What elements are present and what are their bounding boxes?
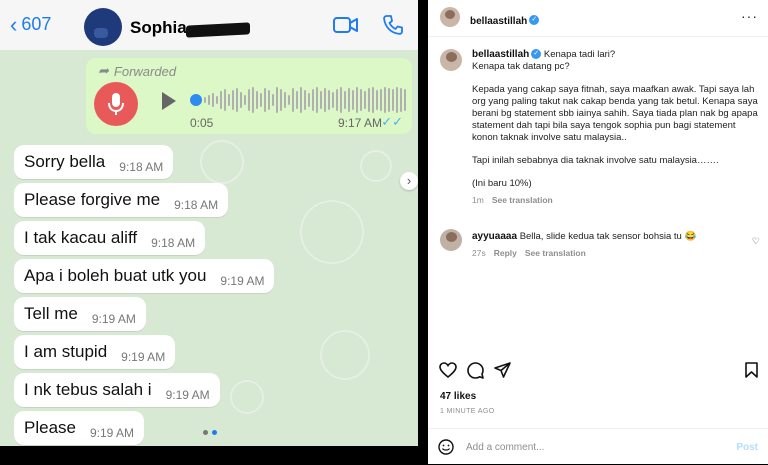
carousel-dot (203, 430, 208, 435)
verified-badge-icon: ✓ (531, 49, 542, 60)
caption-line: Kenapa tak datang pc? (472, 61, 570, 72)
like-comment-icon[interactable]: ♡ (752, 236, 760, 247)
post-button[interactable]: Post (736, 442, 758, 453)
caption-username[interactable]: bellaastillah (472, 49, 529, 60)
header-username-wrap[interactable]: bellaastillah ✓ (470, 11, 540, 29)
comment-time: 27s (472, 248, 486, 258)
playback-scrubber[interactable] (190, 94, 202, 106)
wallpaper-doodle (320, 330, 370, 380)
message-bubble[interactable]: Tell me 9:19 AM (14, 297, 146, 331)
emoji-icon[interactable] (438, 439, 454, 455)
voice-time: 9:17 AM (337, 116, 382, 130)
play-button[interactable] (162, 92, 176, 110)
message-time: 9:19 AM (89, 426, 135, 440)
contact-name[interactable]: Sophia (130, 18, 187, 38)
message-text: Tell me (24, 304, 78, 323)
redaction-bar (186, 22, 250, 38)
verified-badge-icon: ✓ (529, 14, 540, 25)
chat-header: ‹ 607 Sophia (0, 0, 418, 50)
message-bubble[interactable]: Apa i boleh buat utk you 9:19 AM (14, 259, 275, 293)
message-time: 9:19 AM (165, 388, 210, 402)
mic-avatar (94, 82, 138, 126)
caption-paragraph: (Ini baru 10%) (472, 178, 532, 189)
avatar[interactable] (84, 8, 122, 46)
avatar[interactable] (440, 229, 462, 251)
message-time: 9:18 AM (119, 160, 164, 174)
voice-duration: 0:05 (190, 116, 214, 130)
see-translation-link[interactable]: See translation (492, 195, 553, 205)
message-time: 9:18 AM (151, 236, 196, 250)
caption-paragraph: Kepada yang cakap saya fitnah, saya maaf… (472, 84, 758, 143)
comment: ayyuaaaa Bella, slide kedua tak sensor b… (472, 231, 696, 258)
wallpaper-doodle (360, 150, 392, 182)
comment-text: Bella, slide kedua tak sensor bohsia tu … (519, 231, 697, 242)
back-count: 607 (21, 14, 52, 34)
more-options-icon[interactable]: ··· (741, 8, 758, 24)
message-text: I nk tebus salah i (24, 380, 152, 399)
chat-area[interactable]: ➦ Forwarded 0:05 9:17 AM ✓✓ Sorry bella … (0, 50, 418, 446)
post-caption: bellaastillah ✓ Kenapa tadi lari? Kenapa … (472, 49, 758, 206)
wallpaper-doodle (230, 380, 264, 414)
caption-meta: 1m See translation (472, 194, 758, 206)
message-text: I tak kacau aliff (24, 228, 138, 247)
message-time: 9:19 AM (220, 274, 265, 288)
heart-icon[interactable] (439, 362, 457, 378)
caption-time: 1m (472, 195, 484, 205)
header-username[interactable]: bellaastillah (470, 16, 527, 27)
message-time: 9:19 AM (91, 312, 136, 326)
likes-count[interactable]: 47 likes (440, 391, 476, 402)
avatar[interactable] (440, 49, 462, 71)
back-button[interactable]: ‹ 607 (10, 11, 52, 37)
message-text: Please (24, 418, 76, 437)
carousel-indicator (203, 430, 217, 435)
add-comment-input[interactable]: Add a comment... (466, 442, 544, 453)
comment-icon[interactable] (467, 362, 484, 379)
message-bubble[interactable]: I am stupid 9:19 AM (14, 335, 176, 369)
wallpaper-doodle (300, 200, 364, 264)
instagram-panel: bellaastillah ✓ ··· bellaastillah ✓ Kenapa… (428, 0, 768, 464)
see-translation-link[interactable]: See translation (525, 248, 586, 258)
caption-paragraph: Tapi inilah sebabnya dia taknak involve … (472, 155, 719, 166)
message-time: 9:18 AM (174, 198, 219, 212)
message-text: I am stupid (24, 342, 108, 361)
comment-meta: 27s Reply See translation (472, 248, 696, 258)
message-text: Please forgive me (24, 190, 161, 209)
bookmark-icon[interactable] (745, 362, 758, 378)
waveform[interactable] (204, 85, 406, 115)
voice-message[interactable]: ➦ Forwarded 0:05 9:17 AM ✓✓ (86, 58, 412, 134)
whatsapp-screenshot: ‹ 607 Sophia ➦ Forwarded 0:05 9:17 AM ✓✓… (0, 0, 428, 446)
video-call-icon[interactable] (333, 16, 359, 34)
read-receipt-icon: ✓✓ (381, 114, 403, 129)
wallpaper-doodle (200, 140, 244, 184)
comment-username[interactable]: ayyuaaaa (472, 231, 517, 242)
message-time: 9:19 AM (121, 350, 166, 364)
posted-ago: 1 MINUTE AGO (440, 408, 495, 415)
message-text: Apa i boleh buat utk you (24, 266, 207, 285)
phone-call-icon[interactable] (382, 14, 404, 36)
message-text: Sorry bella (24, 152, 106, 171)
caption-line: Kenapa tadi lari? (543, 49, 616, 60)
message-bubble[interactable]: I nk tebus salah i 9:19 AM (14, 373, 220, 407)
message-bubble[interactable]: I tak kacau aliff 9:18 AM (14, 221, 206, 255)
forwarded-label: ➦ Forwarded (98, 63, 177, 79)
post-header: bellaastillah ✓ ··· (428, 0, 768, 37)
reply-link[interactable]: Reply (494, 248, 517, 258)
comment-composer: Add a comment... Post (428, 428, 768, 465)
share-icon[interactable] (494, 362, 511, 378)
message-bubble[interactable]: Please forgive me 9:18 AM (14, 183, 229, 217)
message-bubble[interactable]: Please 9:19 AM (14, 411, 145, 445)
forward-arrow-icon: ➦ (98, 63, 109, 78)
avatar[interactable] (440, 7, 460, 27)
carousel-dot-active (212, 430, 217, 435)
action-bar (428, 356, 768, 386)
next-slide-button[interactable]: › (400, 172, 418, 190)
message-bubble[interactable]: Sorry bella 9:18 AM (14, 145, 174, 179)
microphone-icon (108, 93, 124, 115)
chevron-left-icon: ‹ (10, 11, 18, 37)
